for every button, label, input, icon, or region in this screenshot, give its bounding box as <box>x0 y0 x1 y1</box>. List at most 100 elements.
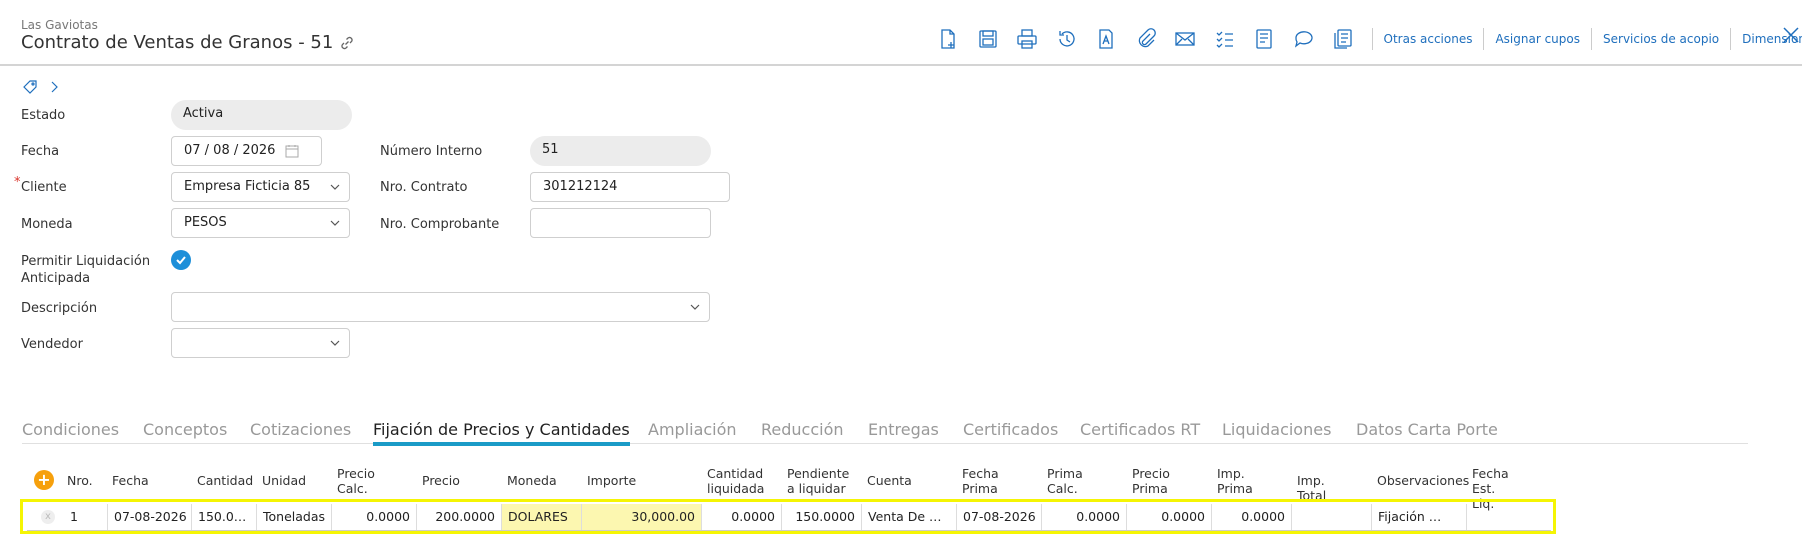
chevron-down-icon[interactable] <box>329 218 341 228</box>
calendar-icon[interactable] <box>285 144 299 158</box>
page-title-text: Contrato de Ventas de Granos - 51 <box>21 32 334 53</box>
chevron-right-icon[interactable] <box>47 80 61 94</box>
col-header-importe: Importe <box>587 473 637 488</box>
chevron-down-icon[interactable] <box>689 302 701 312</box>
permitir-label-line2: Anticipada <box>21 271 91 286</box>
table-row[interactable]: x 1 07-08-2026 150.0… Toneladas 0.0000 2… <box>27 504 1551 531</box>
vendedor-select[interactable] <box>171 328 350 358</box>
descripcion-select[interactable] <box>171 292 710 322</box>
email-icon[interactable] <box>1174 27 1196 51</box>
tab-certificados-rt[interactable]: Certificados RT <box>1080 420 1200 439</box>
nro-comprobante-input[interactable] <box>530 208 711 238</box>
tab-bar: Condiciones Conceptos Cotizaciones Fijac… <box>22 414 1748 446</box>
history-icon[interactable] <box>1056 27 1078 51</box>
cell-cantidad[interactable]: 150.0… <box>192 504 257 530</box>
documents-icon[interactable] <box>1332 27 1354 51</box>
save-icon[interactable] <box>977 27 999 51</box>
permitir-liquidacion-checkbox[interactable] <box>171 250 191 270</box>
tab-datos-carta-porte[interactable]: Datos Carta Porte <box>1356 420 1498 439</box>
tab-fijacion-precios[interactable]: Fijación de Precios y Cantidades <box>373 420 630 446</box>
text-document-icon[interactable] <box>1095 27 1117 51</box>
close-icon[interactable] <box>1782 26 1800 44</box>
col-header-precio-prima: Precio Prima <box>1132 466 1170 496</box>
fecha-value: 07 / 08 / 2026 <box>184 143 276 158</box>
cell-fecha-prima[interactable]: 07-08-2026 <box>957 504 1042 530</box>
fecha-input[interactable]: 07 / 08 / 2026 <box>171 136 322 166</box>
cell-fecha-est-liq[interactable] <box>1467 504 1551 530</box>
vendedor-label: Vendedor <box>21 337 83 352</box>
cell-precio-calc[interactable]: 0.0000 <box>332 504 417 530</box>
moneda-value: PESOS <box>184 215 227 230</box>
col-header-nro: Nro. <box>67 473 93 488</box>
tab-entregas[interactable]: Entregas <box>868 420 939 439</box>
cell-fecha[interactable]: 07-08-2026 <box>108 504 192 530</box>
col-header-precio-calc: Precio Calc. <box>337 466 375 496</box>
chevron-down-icon[interactable] <box>329 182 341 192</box>
col-header-moneda: Moneda <box>507 473 557 488</box>
company-name: Las Gaviotas <box>21 18 98 32</box>
cell-moneda[interactable]: DOLARES <box>502 504 582 530</box>
col-header-unidad: Unidad <box>262 473 307 488</box>
tab-certificados[interactable]: Certificados <box>963 420 1058 439</box>
tab-cotizaciones[interactable]: Cotizaciones <box>250 420 351 439</box>
col-header-imp-prima: Imp. Prima <box>1217 466 1253 496</box>
descripcion-label: Descripción <box>21 301 98 316</box>
col-header-fecha: Fecha <box>112 473 149 488</box>
cell-cantidad-liquidada[interactable]: 0.0000 <box>702 504 782 530</box>
cell-unidad[interactable]: Toneladas <box>257 504 332 530</box>
chevron-down-icon[interactable] <box>329 338 341 348</box>
tag-breadcrumb <box>23 80 61 94</box>
cell-precio-prima[interactable]: 0.0000 <box>1127 504 1212 530</box>
tag-icon[interactable] <box>23 80 37 94</box>
tab-ampliacion[interactable]: Ampliación <box>648 420 737 439</box>
cell-imp-prima[interactable]: 0.0000 <box>1212 504 1292 530</box>
estado-label: Estado <box>21 108 66 123</box>
col-header-precio: Precio <box>422 473 460 488</box>
tab-liquidaciones[interactable]: Liquidaciones <box>1222 420 1331 439</box>
numero-interno-field: 51 <box>530 136 711 166</box>
col-header-observaciones: Observaciones <box>1377 473 1470 488</box>
selected-row-highlight: x 1 07-08-2026 150.0… Toneladas 0.0000 2… <box>20 499 1556 534</box>
asignar-cupos-link[interactable]: Asignar cupos <box>1483 28 1591 50</box>
tab-conceptos[interactable]: Conceptos <box>143 420 227 439</box>
cell-observaciones[interactable]: Fijación … <box>1372 504 1467 530</box>
servicios-de-acopio-link[interactable]: Servicios de acopio <box>1591 28 1730 50</box>
checklist-icon[interactable] <box>1214 27 1236 51</box>
tab-condiciones[interactable]: Condiciones <box>22 420 119 439</box>
cell-importe[interactable]: 30,000.00 <box>582 504 702 530</box>
cliente-value: Empresa Ficticia 85 <box>184 179 311 194</box>
estado-field: Activa <box>171 100 352 130</box>
col-header-cantidad: Cantidad <box>197 473 254 488</box>
cell-cuenta[interactable]: Venta De … <box>862 504 957 530</box>
cell-imp-total[interactable] <box>1292 504 1372 530</box>
page-title: Contrato de Ventas de Granos - 51 <box>21 32 355 53</box>
new-document-icon[interactable] <box>937 27 959 51</box>
nro-contrato-label: Nro. Contrato <box>380 180 468 195</box>
otras-acciones-link[interactable]: Otras acciones <box>1371 28 1484 50</box>
print-icon[interactable] <box>1016 27 1038 51</box>
cell-prima-calc[interactable]: 0.0000 <box>1042 504 1127 530</box>
nro-contrato-input[interactable]: 301212124 <box>530 172 730 202</box>
cell-nro[interactable]: 1 <box>64 504 108 530</box>
page-header: Las Gaviotas Contrato de Ventas de Grano… <box>0 0 1802 66</box>
required-mark: * <box>14 175 21 190</box>
fecha-label: Fecha <box>21 144 60 159</box>
permitir-label-line1: Permitir Liquidación <box>21 254 151 269</box>
tab-reduccion[interactable]: Reducción <box>761 420 844 439</box>
delete-row-icon[interactable]: x <box>41 510 55 524</box>
report-icon[interactable] <box>1253 27 1275 51</box>
attachment-icon[interactable] <box>1135 27 1157 51</box>
cell-pendiente[interactable]: 150.0000 <box>782 504 862 530</box>
moneda-label: Moneda <box>21 217 73 232</box>
cell-precio[interactable]: 200.0000 <box>417 504 502 530</box>
moneda-select[interactable]: PESOS <box>171 208 350 238</box>
numero-interno-label: Número Interno <box>380 144 483 159</box>
cliente-label: Cliente <box>21 180 67 195</box>
permitir-liquidacion-label: Permitir Liquidación Anticipada <box>21 253 150 287</box>
cliente-select[interactable]: Empresa Ficticia 85 <box>171 172 350 202</box>
add-row-button[interactable]: + <box>34 470 54 490</box>
col-header-fecha-prima: Fecha Prima <box>962 466 999 496</box>
comment-icon[interactable] <box>1293 27 1315 51</box>
link-icon[interactable] <box>339 35 355 51</box>
col-header-pendiente: Pendiente a liquidar <box>787 466 850 496</box>
